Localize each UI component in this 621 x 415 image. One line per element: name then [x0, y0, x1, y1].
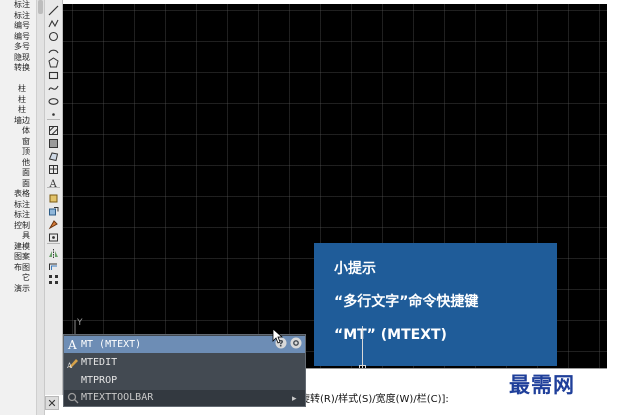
multiline-text-icon: A — [67, 338, 77, 351]
polyline-button[interactable] — [47, 17, 60, 29]
ellipse-icon — [48, 97, 59, 105]
text-icon: A — [49, 179, 58, 188]
palette-close-button[interactable]: ✕ — [45, 396, 59, 410]
palette-scrollbar[interactable] — [36, 0, 44, 415]
attribute-icon — [49, 233, 58, 241]
tip-line-2: “MT” (MTEXT) — [334, 327, 447, 343]
autocomplete-item-label: MT (MTEXT) — [81, 339, 142, 350]
array-icon — [49, 274, 58, 284]
attribute-button[interactable] — [47, 231, 60, 243]
offset-button[interactable] — [47, 260, 60, 272]
table-icon — [49, 164, 58, 174]
autocomplete-footer-label: MTEXTTOOLBAR — [81, 392, 154, 403]
toolbar-separator — [47, 119, 60, 120]
tip-line-1: “多行文字”命令快捷键 — [334, 294, 479, 310]
make-block-button[interactable] — [47, 205, 60, 217]
polygon-button[interactable] — [47, 56, 60, 68]
region-icon — [48, 151, 59, 161]
svg-text:A: A — [67, 338, 77, 351]
offset-icon — [49, 263, 57, 270]
crosshair-vertical — [362, 326, 363, 368]
command-autocomplete-list: A MT (MTEXT) A MTEDIT MTPROP MTEXTTOOLBA… — [63, 334, 306, 407]
autocomplete-item-mtprop[interactable]: MTPROP — [64, 372, 305, 389]
mirror-icon — [49, 248, 58, 258]
menu-palette: 标注 标注 编号 编号 多号 隐现 转换柱柱柱墙边体窗顶他面面表格 标注 标注 控制具建模 图案 布图… — [0, 0, 45, 415]
more-options-icon[interactable]: ▸ — [292, 394, 297, 404]
make-block-icon — [49, 206, 59, 215]
search-icon — [67, 392, 79, 404]
polygon-icon — [48, 56, 59, 67]
tip-box: 小提示 “多行文字”命令快捷键 “MT” (MTEXT) — [314, 243, 557, 366]
edit-text-icon: A — [67, 359, 78, 369]
settings-icon[interactable] — [290, 337, 302, 349]
autocad-window: 标注 标注 编号 编号 多号 隐现 转换柱柱柱墙边体窗顶他面面表格 标注 标注 控制具建模 图案 布图… — [0, 0, 621, 415]
autocomplete-item-label: MTEDIT — [81, 357, 118, 368]
rectangle-button[interactable] — [47, 69, 60, 81]
ucs-y-label: Y — [77, 318, 83, 328]
autocomplete-item-label: MTPROP — [81, 375, 118, 386]
table-button[interactable] — [47, 163, 60, 175]
command-prompt-text: 旋转(R)/样式(S)/宽度(W)/栏(C)]: — [300, 394, 449, 405]
gradient-button[interactable] — [47, 137, 60, 149]
line-icon — [48, 5, 59, 15]
paint-icon — [48, 219, 58, 229]
autocomplete-item-mtedit[interactable]: A MTEDIT — [64, 354, 305, 371]
spline-button[interactable] — [47, 82, 60, 94]
toolbar-separator — [47, 187, 60, 188]
tip-title: 小提示 — [334, 261, 376, 277]
rectangle-icon — [48, 71, 59, 79]
polyline-icon — [48, 19, 59, 27]
mouse-cursor-icon — [272, 328, 284, 344]
mirror-button[interactable] — [47, 247, 60, 259]
paint-button[interactable] — [47, 218, 60, 230]
arc-button[interactable] — [47, 43, 60, 55]
arc-icon — [48, 49, 59, 53]
array-button[interactable] — [47, 273, 60, 285]
toolbar-separator — [47, 243, 60, 244]
point-icon — [52, 112, 55, 116]
circle-button[interactable] — [47, 30, 60, 42]
insert-block-icon — [49, 194, 58, 202]
hatch-icon — [49, 125, 58, 135]
autocomplete-item-mtext[interactable]: A MT (MTEXT) — [64, 336, 305, 353]
ellipse-button[interactable] — [47, 95, 60, 107]
hatch-button[interactable] — [47, 124, 60, 136]
autocomplete-footer[interactable]: MTEXTTOOLBAR — [64, 390, 305, 406]
circle-icon — [48, 31, 59, 41]
site-watermark: 最需网 — [509, 373, 575, 397]
spline-icon — [48, 85, 59, 90]
line-button[interactable] — [47, 4, 60, 16]
region-button[interactable] — [47, 150, 60, 162]
insert-block-button[interactable] — [47, 192, 60, 204]
draw-toolbar: A — [45, 0, 63, 395]
gradient-icon — [49, 138, 58, 148]
